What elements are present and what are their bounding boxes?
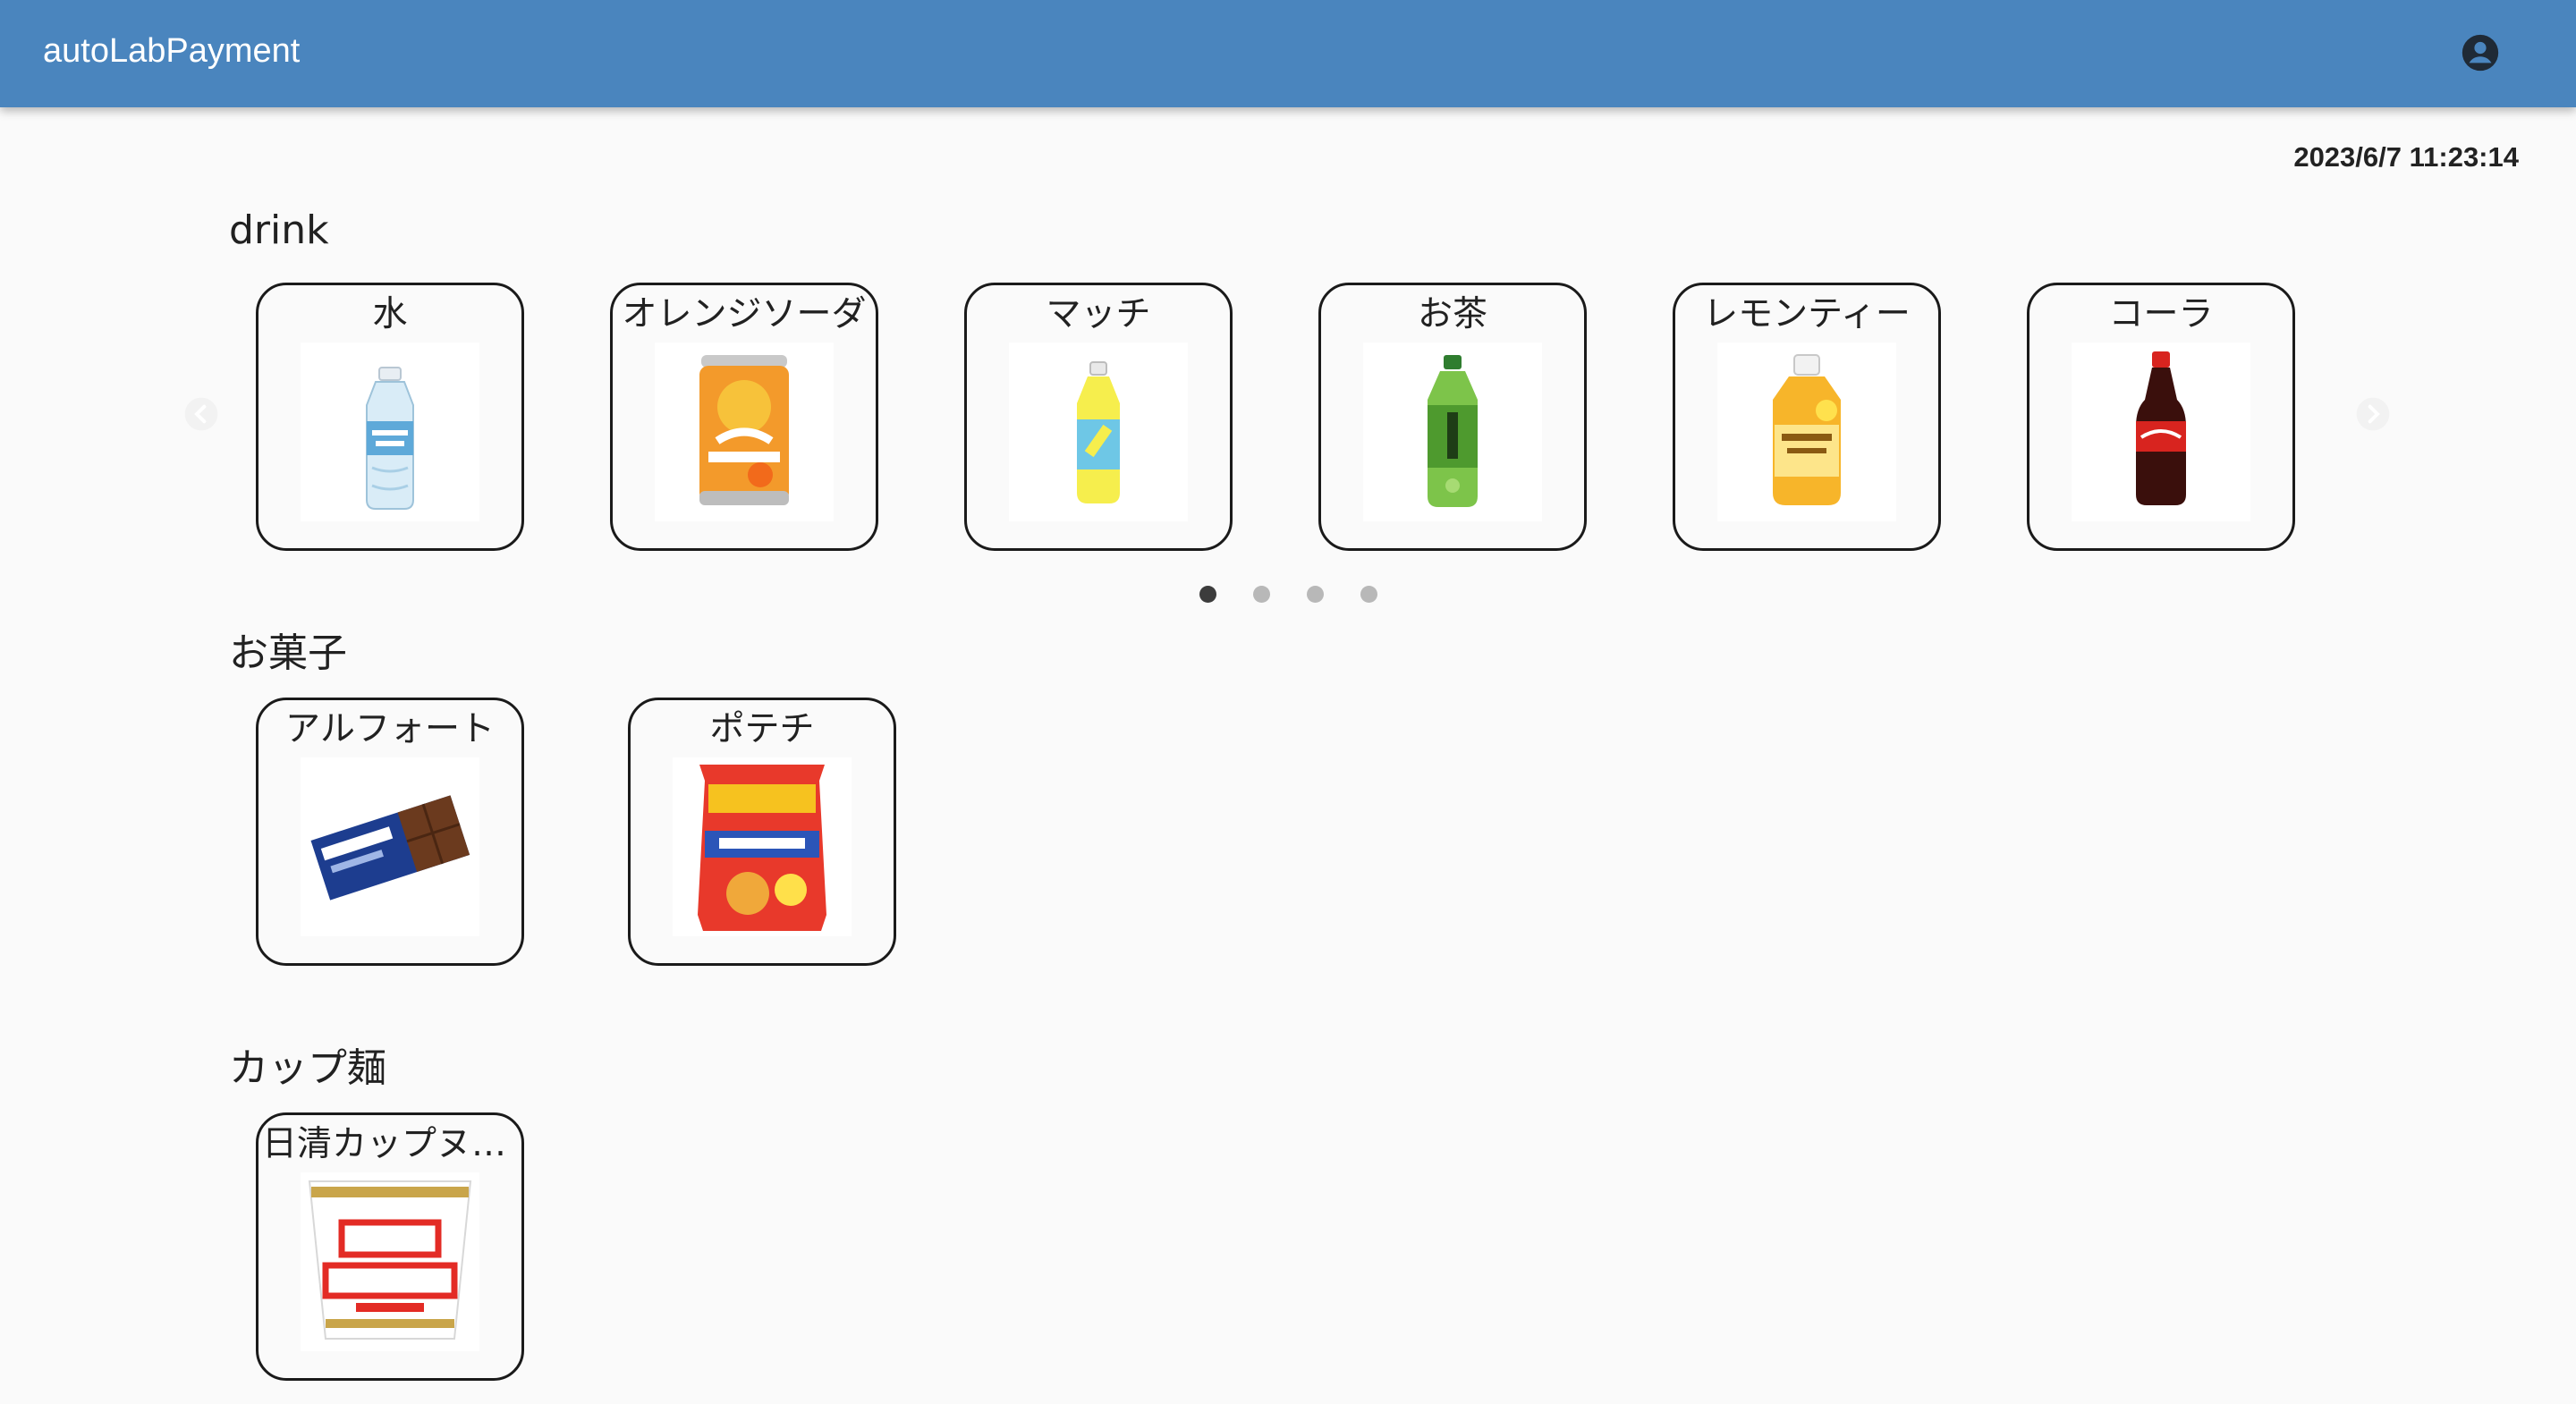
category-title-drink: drink xyxy=(229,207,329,253)
carousel-next-button[interactable] xyxy=(2351,392,2395,436)
product-card-potato-chips[interactable]: ポテチ xyxy=(628,698,896,966)
lemon-tea-bottle-icon xyxy=(1773,354,1841,505)
orange-soda-can-icon xyxy=(699,355,789,505)
product-card-green-tea[interactable]: お茶 xyxy=(1318,283,1587,551)
product-card-cup-noodle[interactable]: 日清カップヌードル xyxy=(256,1112,524,1381)
product-image xyxy=(673,757,852,936)
carousel-dot-3[interactable] xyxy=(1307,586,1324,603)
datetime-display: 2023/6/7 11:23:14 xyxy=(2293,141,2519,173)
match-soda-bottle-icon xyxy=(1077,361,1120,503)
product-card-cola[interactable]: コーラ xyxy=(2027,283,2295,551)
product-label: ポテチ xyxy=(709,709,815,749)
app-bar: autoLabPayment xyxy=(0,0,2576,107)
product-label: コーラ xyxy=(2108,294,2214,334)
product-label: レモンティー xyxy=(1703,294,1911,334)
product-image xyxy=(301,757,479,936)
product-image xyxy=(301,343,479,521)
carousel-dot-4[interactable] xyxy=(1360,586,1377,603)
green-tea-bottle-icon xyxy=(1428,355,1478,507)
product-image xyxy=(1717,343,1896,521)
carousel-dot-2[interactable] xyxy=(1253,586,1270,603)
app-title: autoLabPayment xyxy=(43,32,301,70)
product-image xyxy=(1363,343,1542,521)
product-label: 水 xyxy=(372,294,408,334)
chevron-right-icon xyxy=(2356,397,2390,431)
product-label: アルフォート xyxy=(284,709,495,749)
product-image xyxy=(301,1172,479,1351)
product-image xyxy=(655,343,834,521)
cup-noodle-icon xyxy=(308,1180,472,1340)
product-label: オレンジソーダ xyxy=(622,294,867,334)
product-label: お茶 xyxy=(1417,294,1487,334)
product-image xyxy=(1009,343,1188,521)
category-title-snack: お菓子 xyxy=(229,630,347,676)
product-card-water[interactable]: 水 xyxy=(256,283,524,551)
water-bottle-icon xyxy=(366,367,414,510)
account-circle-icon xyxy=(2462,34,2499,72)
product-card-alfort[interactable]: アルフォート xyxy=(256,698,524,966)
product-image xyxy=(2072,343,2250,521)
potato-chips-bag-icon xyxy=(698,765,826,931)
carousel-prev-button[interactable] xyxy=(179,392,224,436)
product-card-orange-soda[interactable]: オレンジソーダ xyxy=(610,283,878,551)
alfort-chocolate-box-icon xyxy=(310,795,470,901)
category-title-noodle: カップ麺 xyxy=(229,1045,386,1091)
chevron-left-icon xyxy=(184,397,218,431)
cola-bottle-icon xyxy=(2136,351,2186,505)
product-card-match[interactable]: マッチ xyxy=(964,283,1233,551)
product-card-lemon-tea[interactable]: レモンティー xyxy=(1673,283,1941,551)
product-label: マッチ xyxy=(1046,294,1151,334)
account-button[interactable] xyxy=(2453,25,2508,80)
carousel-dot-1[interactable] xyxy=(1199,586,1216,603)
product-label: 日清カップヌードル xyxy=(262,1124,521,1164)
